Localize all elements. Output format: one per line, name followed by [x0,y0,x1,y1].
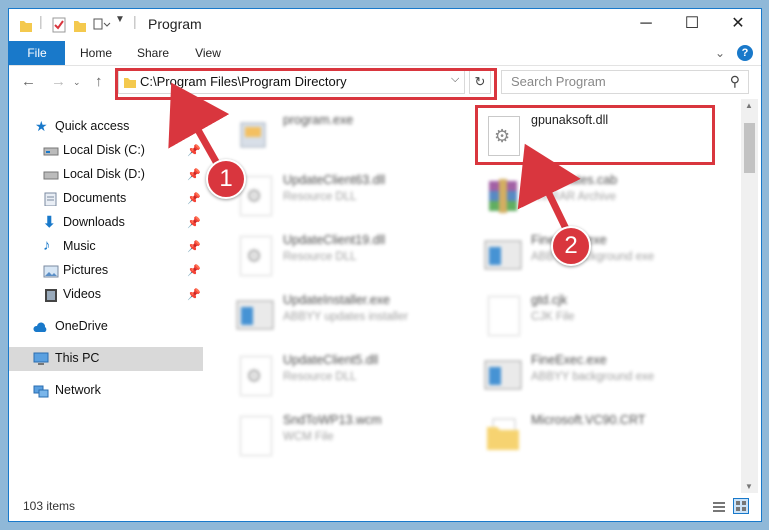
arrow-1 [168,82,230,169]
arrow-2 [517,143,581,237]
explorer-window: | ▼ | Program ─ ☐ ✕ File Home Share View… [9,9,761,521]
annotation-arrows [168,82,581,237]
callout-1: 1 [206,159,246,199]
callout-2: 2 [551,226,591,266]
